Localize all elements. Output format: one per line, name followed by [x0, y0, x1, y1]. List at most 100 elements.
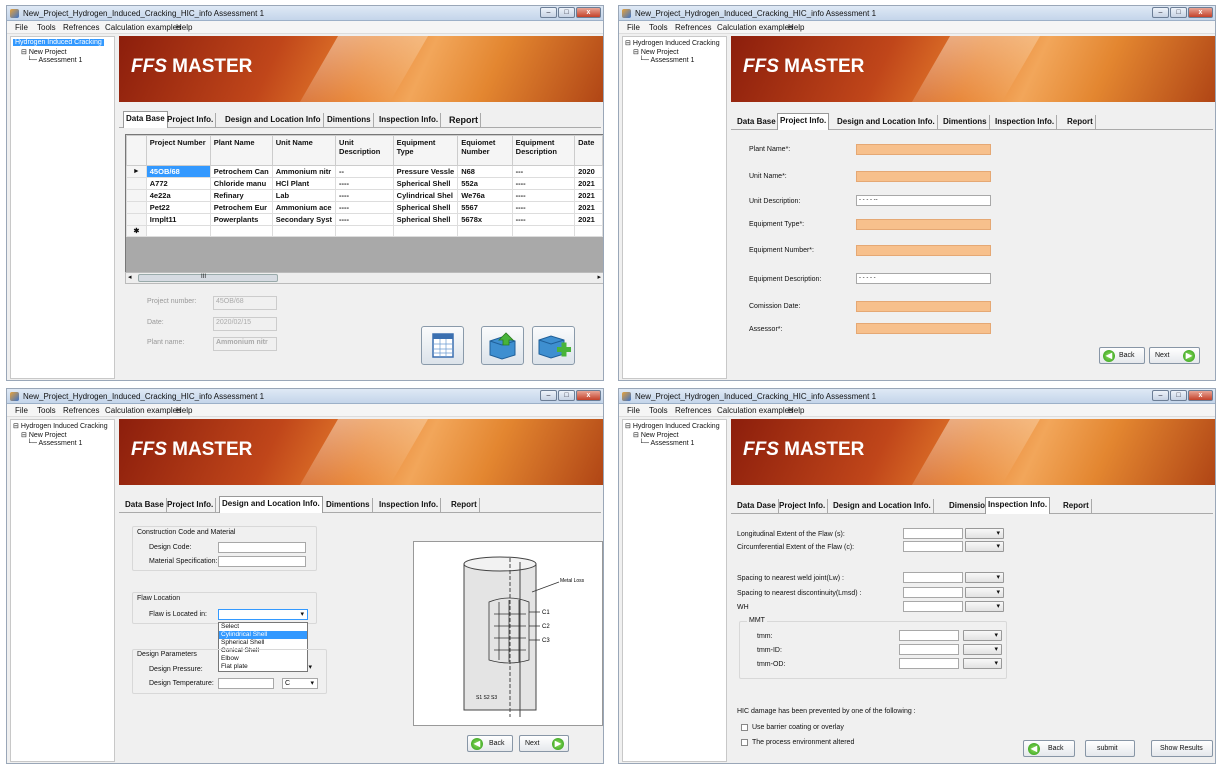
column-header[interactable]: Plant Name [209, 135, 273, 166]
tab-database[interactable]: Data Dase [735, 499, 779, 513]
barrier-coating-checkbox[interactable] [741, 724, 748, 731]
column-header[interactable]: Date [574, 135, 603, 166]
tmm-field[interactable] [899, 630, 959, 641]
horizontal-scrollbar[interactable]: ◂ III ▸ [125, 272, 603, 284]
table-cell[interactable]: ---- [511, 213, 576, 226]
tab-report[interactable]: Report [447, 113, 481, 127]
equipment-type-field[interactable] [856, 219, 991, 230]
next-button[interactable]: Next ▶ [519, 735, 569, 752]
tab-dimentions[interactable]: Dimentions [325, 113, 374, 127]
table-row[interactable]: A772 Chloride manu HCl Plant ---- Spheri… [126, 177, 603, 190]
design-code-field[interactable] [218, 542, 306, 553]
process-environment-checkbox[interactable] [741, 739, 748, 746]
next-button[interactable]: Next ▶ [1149, 347, 1200, 364]
table-cell[interactable]: ---- [335, 177, 394, 190]
table-cell[interactable]: Ammonium ace [271, 201, 337, 214]
plant-name-field[interactable] [856, 144, 991, 155]
table-cell[interactable]: 5567 [457, 201, 513, 214]
table-row[interactable]: Irnplt11 Powerplants Secondary Syst ----… [126, 213, 603, 226]
plant-name-field[interactable]: Ammonium nitr [213, 337, 277, 351]
option-spherical-shell[interactable]: Spherical Shell [219, 639, 307, 647]
tab-report[interactable]: Report [1061, 499, 1092, 513]
project-number-field[interactable]: 45OB/68 [213, 296, 277, 310]
circumferential-unit-dropdown[interactable] [965, 541, 1004, 552]
tab-project-info[interactable]: Project Info. [777, 499, 829, 513]
tab-design-location[interactable]: Design and Location Info. [219, 496, 323, 513]
longitudinal-field[interactable] [903, 528, 963, 539]
column-header[interactable]: Equipment Description [511, 135, 576, 166]
table-cell[interactable]: Ammonium nitr [271, 165, 337, 178]
table-cell[interactable]: ---- [335, 213, 394, 226]
table-cell[interactable]: N68 [457, 165, 513, 178]
minimize-button[interactable]: – [1152, 390, 1169, 401]
tab-database[interactable]: Data Base [123, 111, 168, 128]
tab-project-info[interactable]: Project Info. [777, 113, 830, 130]
tab-design-location[interactable]: Design and Location Info. [835, 115, 938, 129]
comission-date-field[interactable] [856, 301, 991, 312]
table-cell[interactable]: Petrochem Eur [209, 201, 273, 214]
column-header[interactable]: Project Number [145, 135, 211, 166]
tab-inspection-info[interactable]: Inspection Info. [377, 113, 442, 127]
tab-design-location[interactable]: Design and Location Info. [831, 499, 934, 513]
circumferential-field[interactable] [903, 541, 963, 552]
column-header[interactable]: Equiomet Number [457, 135, 513, 166]
close-button[interactable]: x [1188, 390, 1213, 401]
tree-item-project[interactable]: ⊟ New Project [633, 48, 679, 56]
menu-calculation-examples[interactable]: Calculation examples [717, 23, 793, 32]
table-cell[interactable]: 5678x [457, 213, 513, 226]
table-cell[interactable]: -- [335, 165, 394, 178]
tree-item-assessment[interactable]: └─ Assessment 1 [639, 57, 694, 64]
table-cell[interactable]: ---- [511, 201, 576, 214]
table-cell[interactable]: Pressure Vessle [392, 165, 459, 178]
minimize-button[interactable]: – [540, 390, 557, 401]
tab-report[interactable]: Report [1065, 115, 1096, 129]
database-grid[interactable]: Project Number Plant Name Unit Name Unit… [125, 134, 603, 284]
menu-refrences[interactable]: Refrences [675, 23, 711, 32]
discontinuity-unit-dropdown[interactable] [965, 587, 1004, 598]
equipment-number-field[interactable] [856, 245, 991, 256]
table-row[interactable]: ► 45OB/68 Petrochem Can Ammonium nitr --… [126, 165, 603, 178]
table-cell[interactable]: 4e22a [145, 189, 211, 202]
menu-help[interactable]: Help [788, 23, 804, 32]
wh-field[interactable] [903, 601, 963, 612]
table-cell[interactable]: Cylindrical Shel [392, 189, 459, 202]
tmm-id-unit-dropdown[interactable] [963, 644, 1002, 655]
table-cell[interactable]: A772 [145, 177, 211, 190]
minimize-button[interactable]: – [540, 7, 557, 18]
menu-tools[interactable]: Tools [649, 406, 668, 415]
table-cell[interactable]: ---- [335, 201, 394, 214]
maximize-button[interactable]: □ [1170, 7, 1187, 18]
table-cell[interactable]: Petrochem Can [209, 165, 273, 178]
menu-file[interactable]: File [15, 406, 28, 415]
tmm-unit-dropdown[interactable] [963, 630, 1002, 641]
tab-inspection-info[interactable]: Inspection Info. [985, 497, 1051, 514]
tab-inspection-info[interactable]: Inspection Info. [993, 115, 1058, 129]
menu-refrences[interactable]: Refrences [63, 406, 99, 415]
menu-tools[interactable]: Tools [37, 23, 56, 32]
menu-calculation-examples[interactable]: Calculation examples [105, 23, 181, 32]
tree-item-hic[interactable]: Hydrogen Induced Cracking [13, 39, 104, 46]
table-cell[interactable]: Lab [271, 189, 337, 202]
tree-item-project[interactable]: ⊟ New Project [21, 48, 67, 56]
table-cell[interactable]: Secondary Syst [271, 213, 337, 226]
menu-tools[interactable]: Tools [37, 406, 56, 415]
tree-item-project[interactable]: ⊟ New Project [633, 431, 679, 439]
tab-dimentions[interactable]: Dimentions [324, 498, 373, 512]
tree-item-assessment[interactable]: └─ Assessment 1 [639, 440, 694, 447]
tmm-od-field[interactable] [899, 658, 959, 669]
date-field[interactable]: 2020/02/15 [213, 317, 277, 331]
table-row[interactable]: 4e22a Refinary Lab ---- Cylindrical Shel… [126, 189, 603, 202]
table-cell[interactable]: 2020 [574, 165, 603, 178]
tmm-od-unit-dropdown[interactable] [963, 658, 1002, 669]
table-cell[interactable]: ---- [511, 189, 576, 202]
tab-project-info[interactable]: Project Info. [165, 498, 217, 512]
weld-spacing-unit-dropdown[interactable] [965, 572, 1004, 583]
maximize-button[interactable]: □ [558, 390, 575, 401]
design-temperature-field[interactable] [218, 678, 274, 689]
table-cell[interactable]: 45OB/68 [145, 165, 211, 178]
scroll-thumb[interactable]: III [138, 274, 278, 282]
table-cell[interactable]: 2021 [574, 201, 603, 214]
table-cell[interactable]: ---- [511, 177, 576, 190]
show-results-button[interactable]: Show Results [1151, 740, 1213, 757]
tab-database[interactable]: Data Base [123, 498, 167, 512]
